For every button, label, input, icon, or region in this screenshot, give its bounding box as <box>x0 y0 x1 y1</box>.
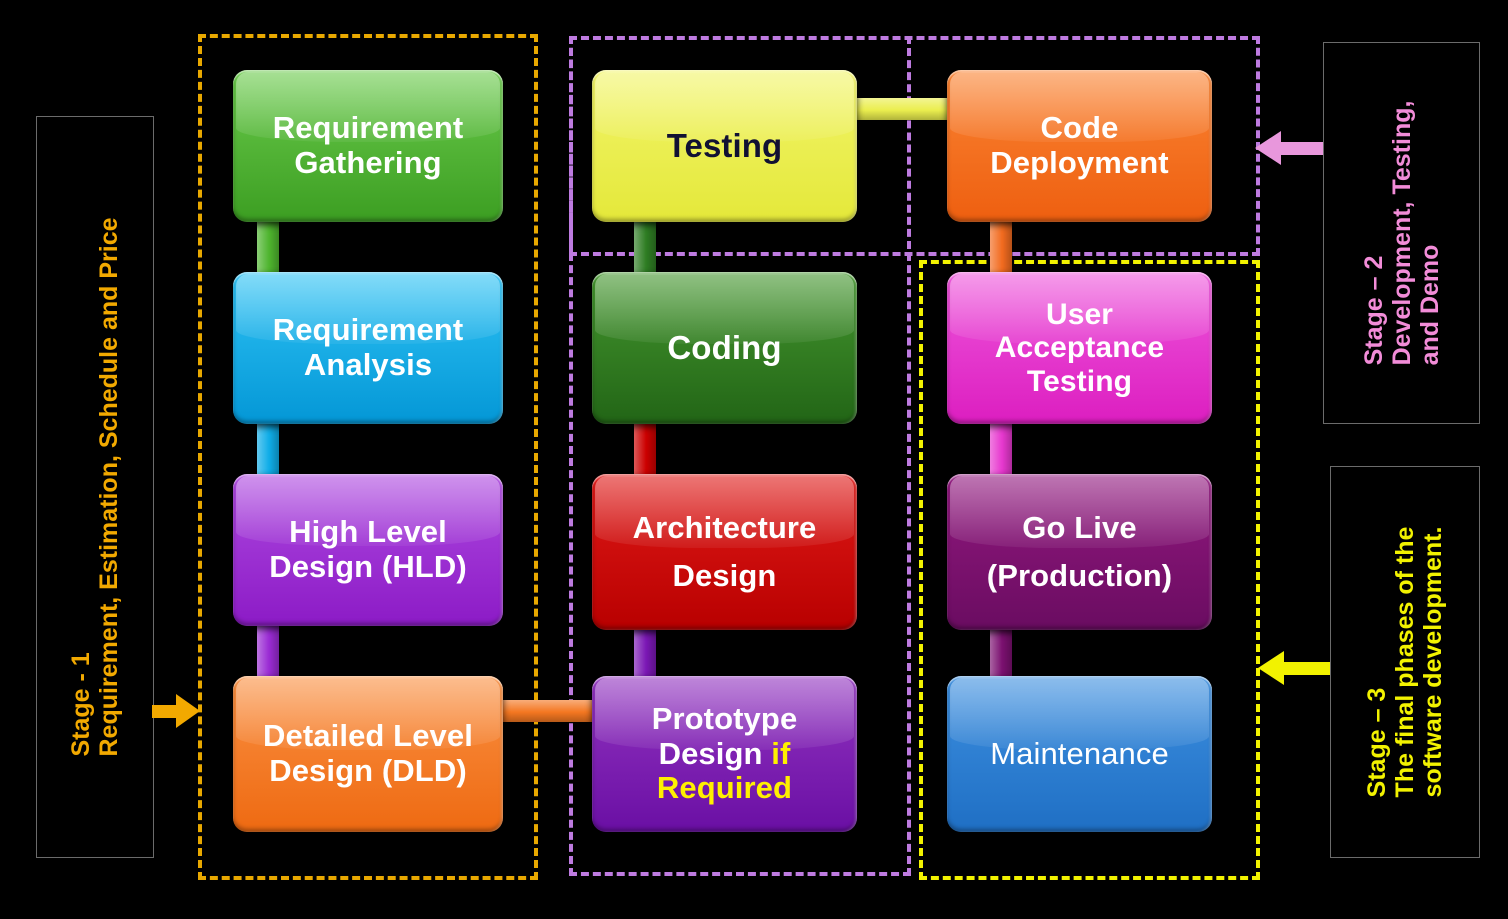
connector-testing-to-code-deployment <box>850 98 955 120</box>
node-user-acceptance-testing[interactable]: User Acceptance Testing <box>947 272 1212 424</box>
node-label-line: Gathering <box>294 145 442 180</box>
node-requirement-analysis[interactable]: Requirement Analysis <box>233 272 503 424</box>
node-label-line: Go Live <box>1022 509 1137 545</box>
connector-requirement-analysis-to-hld <box>257 420 279 482</box>
node-label-line: Requirement <box>272 110 464 146</box>
node-label-highlight: if <box>771 735 791 771</box>
node-label-line: Design (DLD) <box>269 753 467 788</box>
node-label-line: Design <box>658 735 772 771</box>
node-label-line: Coding <box>667 328 782 366</box>
node-label-line: User <box>1045 297 1114 331</box>
stage-2-title: Stage – 2 <box>1359 255 1388 366</box>
node-testing[interactable]: Testing <box>592 70 857 222</box>
node-go-live[interactable]: Go Live (Production) <box>947 474 1212 630</box>
stage-1-description: Requirement, Estimation, Schedule and Pr… <box>95 217 123 757</box>
stage-3-description-line-1: The final phases of the <box>1391 526 1419 798</box>
node-label-line: (Production) <box>986 558 1173 593</box>
stage-3-description-line-2: software development. <box>1419 526 1447 798</box>
node-label-line: Design <box>672 558 777 593</box>
node-label-line: Analysis <box>303 347 433 382</box>
node-label-line: Prototype <box>651 700 798 736</box>
node-label-line: Acceptance <box>994 331 1165 365</box>
stage-2-description-line-2: and Demo <box>1415 244 1444 366</box>
node-label-line: Requirement <box>272 312 464 348</box>
node-label-highlight: Required <box>656 770 793 806</box>
node-architecture-design[interactable]: Architecture Design <box>592 474 857 630</box>
stage-1-title: Stage - 1 <box>67 652 95 757</box>
stage-3-title: Stage – 3 <box>1363 687 1391 798</box>
node-label-line: Testing <box>1026 364 1133 398</box>
node-label-line: Design (HLD) <box>269 549 467 584</box>
connector-code-deployment-to-uat <box>990 218 1012 278</box>
node-label-line: High Level <box>289 514 447 550</box>
node-label-line: Detailed Level <box>263 718 473 754</box>
node-label-line: Code <box>1040 110 1119 146</box>
stage-3-caption-panel: Stage – 3 The final phases of the softwa… <box>1330 466 1480 858</box>
node-label-line: Architecture <box>632 509 817 545</box>
connector-hld-to-dld <box>257 620 279 683</box>
stage-1-caption-panel: Stage - 1 Requirement, Estimation, Sched… <box>36 116 154 858</box>
connector-uat-to-go-live <box>990 420 1012 482</box>
node-high-level-design[interactable]: High Level Design (HLD) <box>233 474 503 626</box>
node-label-line: Maintenance <box>990 735 1169 771</box>
node-maintenance[interactable]: Maintenance <box>947 676 1212 832</box>
sdlc-diagram-canvas: Requirement Gathering Requirement Analys… <box>0 0 1508 919</box>
node-coding[interactable]: Coding <box>592 272 857 424</box>
stage-1-arrow-icon <box>152 694 200 728</box>
node-code-deployment[interactable]: Code Deployment <box>947 70 1212 222</box>
node-prototype-design[interactable]: Prototype Design if Required <box>592 676 857 832</box>
node-label-line: Deployment <box>990 145 1169 180</box>
stage-2-caption-panel: Stage – 2 Development, Testing, and Demo <box>1323 42 1480 424</box>
stage-2-description-line-1: Development, Testing, <box>1387 100 1416 366</box>
stage-2-caption-text: Stage – 2 Development, Testing, and Demo <box>1360 101 1444 366</box>
stage-2-arrow-icon <box>1255 131 1323 165</box>
stage-3-caption-text: Stage – 3 The final phases of the softwa… <box>1363 527 1447 798</box>
stage-1-caption-text: Stage - 1 Requirement, Estimation, Sched… <box>67 217 123 756</box>
connector-coding-to-testing <box>634 218 656 278</box>
node-detailed-level-design[interactable]: Detailed Level Design (DLD) <box>233 676 503 832</box>
node-requirement-gathering[interactable]: Requirement Gathering <box>233 70 503 222</box>
connector-architecture-to-coding <box>634 420 656 482</box>
connector-dld-to-prototype <box>495 700 605 722</box>
connector-requirement-gathering-to-analysis <box>257 218 279 278</box>
stage-3-arrow-icon <box>1258 651 1330 685</box>
node-label-line: Testing <box>666 126 783 164</box>
